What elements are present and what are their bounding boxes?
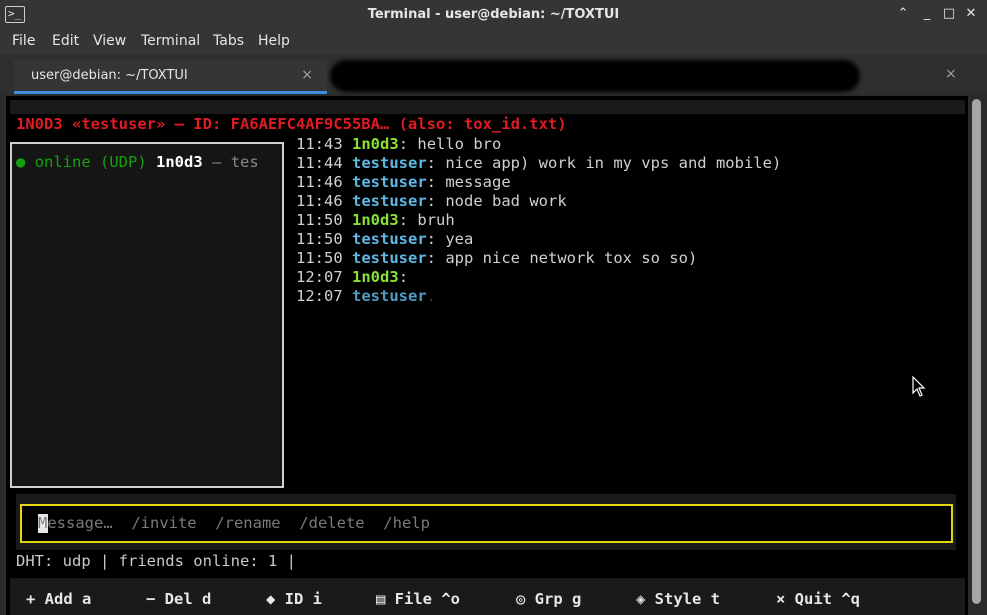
message-sender: testuser (352, 287, 427, 305)
message-text: nice app) work in my vps and mobile) (445, 154, 782, 172)
tab-redacted[interactable] (330, 60, 860, 92)
close-window-button[interactable]: ✕ (963, 6, 979, 22)
maximize-button[interactable]: □ (941, 6, 957, 22)
message-time: 11:50 (296, 211, 343, 229)
contact-name: 1n0d3 (156, 153, 203, 171)
app-header: 1N0D3 «testuser» — ID: FA6AEFC4AF9C55BA…… (16, 115, 567, 133)
message-text: message (445, 173, 511, 191)
delete-button[interactable]: − Del d (146, 590, 211, 609)
message-text: app nice network tox so so) (445, 249, 698, 267)
menu-view[interactable]: View (93, 33, 126, 49)
tab-bar: user@debian: ~/TOXTUI × × (0, 54, 987, 94)
minimize-button[interactable]: _ (919, 6, 935, 22)
group-button[interactable]: ◎ Grp g (516, 590, 581, 609)
scrollbar[interactable] (968, 96, 987, 615)
message-sender: 1n0d3 (352, 135, 399, 153)
message-time: 11:46 (296, 173, 343, 191)
message-text: yea (445, 230, 474, 248)
message-sender: testuser (352, 230, 427, 248)
message-time: 12:07 (296, 268, 343, 286)
window-title: Terminal - user@debian: ~/TOXTUI (367, 7, 620, 22)
message-row: 11:46 testuser: node bad work (296, 192, 567, 210)
title-bar: >_ Terminal - user@debian: ~/TOXTUI ⌃ _ … (0, 0, 987, 30)
message-sender: 1n0d3 (352, 268, 399, 286)
contact-rest: — tes (212, 153, 259, 171)
input-placeholder: Message… /invite /rename /delete /help (38, 514, 430, 532)
message-time: 12:07 (296, 287, 343, 305)
message-row: 11:44 testuser: nice app) work in my vps… (296, 154, 782, 172)
contact-row[interactable]: ● online (UDP) 1n0d3 — tes (16, 153, 259, 172)
mouse-pointer-icon (912, 376, 926, 397)
message-row: 12:07 1n0d3: (296, 268, 418, 286)
message-sender: testuser (352, 192, 427, 210)
add-button[interactable]: + Add a (26, 590, 91, 609)
style-button[interactable]: ◈ Style t (636, 590, 720, 609)
menu-help[interactable]: Help (258, 33, 290, 49)
tab-label: user@debian: ~/TOXTUI (31, 68, 188, 83)
message-input[interactable]: Message… /invite /rename /delete /help (20, 504, 953, 543)
message-list: 11:43 1n0d3: hello bro 11:44 testuser: n… (296, 134, 781, 305)
contacts-panel[interactable] (10, 142, 284, 488)
message-sender: testuser (352, 249, 427, 267)
collapse-icon[interactable]: ⌃ (895, 6, 911, 22)
message-row: 11:50 1n0d3: bruh (296, 211, 455, 229)
tab-active[interactable]: user@debian: ~/TOXTUI × (14, 60, 327, 94)
message-time: 11:43 (296, 135, 343, 153)
menu-terminal[interactable]: Terminal (141, 33, 200, 49)
message-text: bruh (417, 211, 455, 229)
id-button[interactable]: ◆ ID i (266, 590, 322, 609)
message-time: 11:50 (296, 249, 343, 267)
message-row: 11:43 1n0d3: hello bro (296, 135, 502, 153)
message-text: node bad work (445, 192, 567, 210)
message-text: hello bro (417, 135, 502, 153)
message-row: 12:07 testuser. (296, 287, 437, 305)
message-time: 11:46 (296, 192, 343, 210)
message-row: 11:50 testuser: yea (296, 230, 474, 248)
online-dot-icon: ● (16, 153, 26, 171)
scrollbar-thumb[interactable] (972, 99, 981, 604)
message-row: 11:46 testuser: message (296, 173, 511, 191)
message-sender: testuser (352, 154, 427, 172)
menu-edit[interactable]: Edit (52, 33, 79, 49)
quit-button[interactable]: × Quit ^q (776, 590, 860, 609)
file-button[interactable]: ▤ File ^o (376, 590, 460, 609)
message-sender: 1n0d3 (352, 211, 399, 229)
message-row: 11:50 testuser: app nice network tox so … (296, 249, 698, 267)
status-line: DHT: udp | friends online: 1 | (16, 552, 296, 570)
menu-tabs[interactable]: Tabs (213, 33, 244, 49)
menu-bar: File Edit View Terminal Tabs Help (0, 30, 987, 54)
top-strip (10, 100, 965, 114)
contact-status: online (UDP) (34, 153, 147, 171)
message-time: 11:50 (296, 230, 343, 248)
menu-file[interactable]: File (12, 33, 35, 49)
tab-close-icon-2[interactable]: × (945, 66, 957, 82)
tab-close-icon[interactable]: × (301, 67, 313, 83)
message-sender: testuser (352, 173, 427, 191)
message-time: 11:44 (296, 154, 343, 172)
